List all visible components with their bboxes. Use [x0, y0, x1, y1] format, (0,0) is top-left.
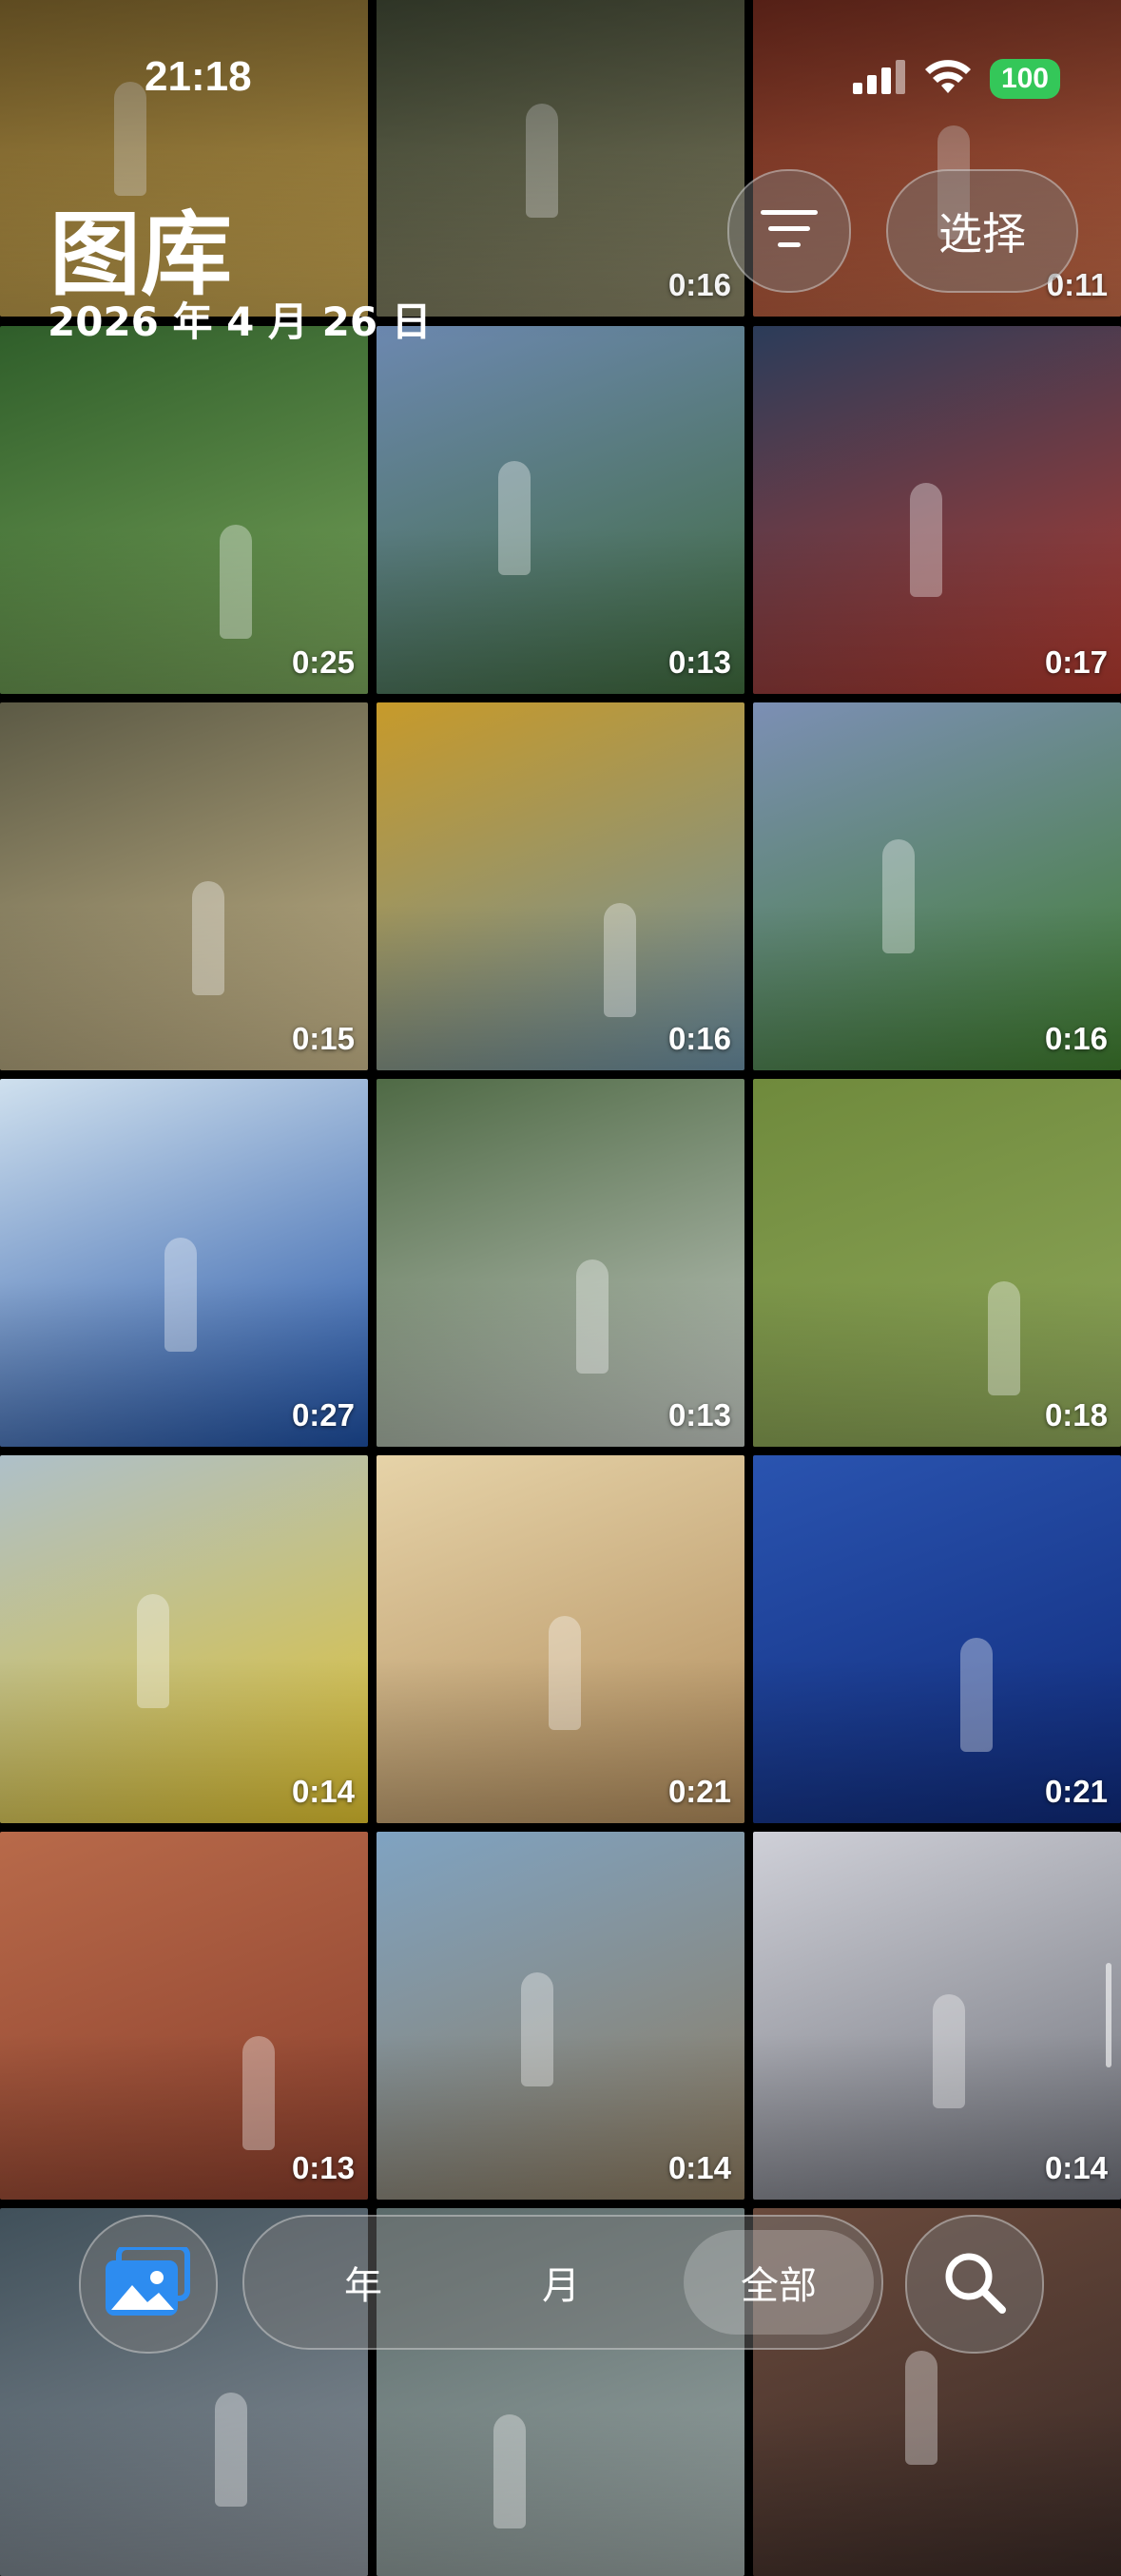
- video-duration: 0:21: [1044, 1774, 1108, 1809]
- video-thumbnail[interactable]: 0:14: [0, 1455, 368, 1823]
- thumbnail-figure: [960, 1638, 993, 1752]
- date-label: 2026 年 4 月 26 日: [48, 298, 432, 345]
- thumbnail-figure: [521, 1972, 553, 2086]
- thumbnail-figure: [905, 2351, 937, 2465]
- video-thumbnail[interactable]: 0:16: [377, 0, 744, 317]
- video-thumbnail[interactable]: 0:25: [0, 326, 368, 694]
- thumbnail-figure: [910, 483, 942, 597]
- video-thumbnail[interactable]: 0:14: [377, 1832, 744, 2200]
- video-thumbnail[interactable]: 0:13: [377, 1079, 744, 1447]
- library-tab-button[interactable]: [79, 2215, 218, 2354]
- search-button[interactable]: [905, 2215, 1044, 2354]
- thumbnail-figure: [215, 2393, 247, 2507]
- thumbnail-figure: [604, 903, 636, 1017]
- tab-month[interactable]: 月: [499, 2217, 623, 2348]
- video-thumbnail[interactable]: 0:21: [377, 1455, 744, 1823]
- select-button[interactable]: 选择: [886, 169, 1078, 293]
- video-duration: 0:14: [291, 1774, 355, 1809]
- search-icon: [941, 2249, 1008, 2319]
- thumbnail-figure: [242, 2036, 275, 2150]
- video-duration: 0:27: [291, 1397, 355, 1432]
- video-duration: 0:25: [291, 644, 355, 680]
- thumbnail-figure: [882, 839, 915, 953]
- thumbnail-figure: [137, 1594, 169, 1708]
- status-icons: 100: [852, 59, 1060, 99]
- video-thumbnail[interactable]: 0:21: [753, 1455, 1121, 1823]
- video-thumbnail[interactable]: 0:16: [377, 702, 744, 1070]
- thumbnail-scene: [377, 2410, 744, 2576]
- status-time: 21:18: [145, 53, 252, 100]
- video-duration: 0:13: [291, 2150, 355, 2185]
- thumbnail-figure: [164, 1238, 197, 1352]
- video-duration: 0:18: [1044, 1397, 1108, 1432]
- thumbnail-figure: [933, 1994, 965, 2108]
- sort-filter-icon: [761, 208, 818, 254]
- video-thumbnail[interactable]: 0:17: [753, 326, 1121, 694]
- thumbnail-figure: [549, 1616, 581, 1730]
- thumbnail-figure: [988, 1281, 1020, 1395]
- video-duration: 0:16: [667, 267, 731, 302]
- video-thumbnail[interactable]: 0:27: [0, 1079, 368, 1447]
- scroll-indicator[interactable]: [1106, 1963, 1111, 2067]
- video-duration: 0:15: [291, 1021, 355, 1056]
- thumbnail-figure: [498, 461, 531, 575]
- video-duration: 0:13: [667, 1397, 731, 1432]
- photos-library-icon: [106, 2244, 191, 2321]
- video-thumbnail[interactable]: 0:18: [753, 1079, 1121, 1447]
- video-thumbnail[interactable]: 0:15: [0, 702, 368, 1070]
- sort-button[interactable]: [727, 169, 851, 293]
- tab-all[interactable]: 全部: [684, 2217, 874, 2348]
- video-duration: 0:14: [667, 2150, 731, 2185]
- thumbnail-figure: [220, 525, 252, 639]
- video-duration: 0:14: [1044, 2150, 1108, 2185]
- video-thumbnail[interactable]: 0:16: [753, 702, 1121, 1070]
- thumbnail-figure: [526, 104, 558, 218]
- video-thumbnail[interactable]: 0:13: [377, 326, 744, 694]
- battery-indicator: 100: [989, 59, 1060, 99]
- video-thumbnail[interactable]: 0:13: [0, 1832, 368, 2200]
- thumbnail-figure: [114, 82, 146, 196]
- video-thumbnail[interactable]: 0:14: [753, 1832, 1121, 2200]
- video-duration: 0:13: [667, 644, 731, 680]
- video-duration: 0:16: [1044, 1021, 1108, 1056]
- thumbnail-scene: [0, 2410, 368, 2576]
- tab-year[interactable]: 年: [301, 2217, 425, 2348]
- thumbnail-figure: [493, 2414, 526, 2528]
- view-segmented-control: 年 月 全部: [242, 2215, 883, 2350]
- thumbnail-figure: [192, 881, 224, 995]
- cellular-signal-icon: [852, 60, 906, 98]
- video-duration: 0:17: [1044, 644, 1108, 680]
- thumbnail-figure: [576, 1259, 609, 1374]
- wifi-icon: [923, 59, 973, 99]
- video-duration: 0:16: [667, 1021, 731, 1056]
- video-duration: 0:21: [667, 1774, 731, 1809]
